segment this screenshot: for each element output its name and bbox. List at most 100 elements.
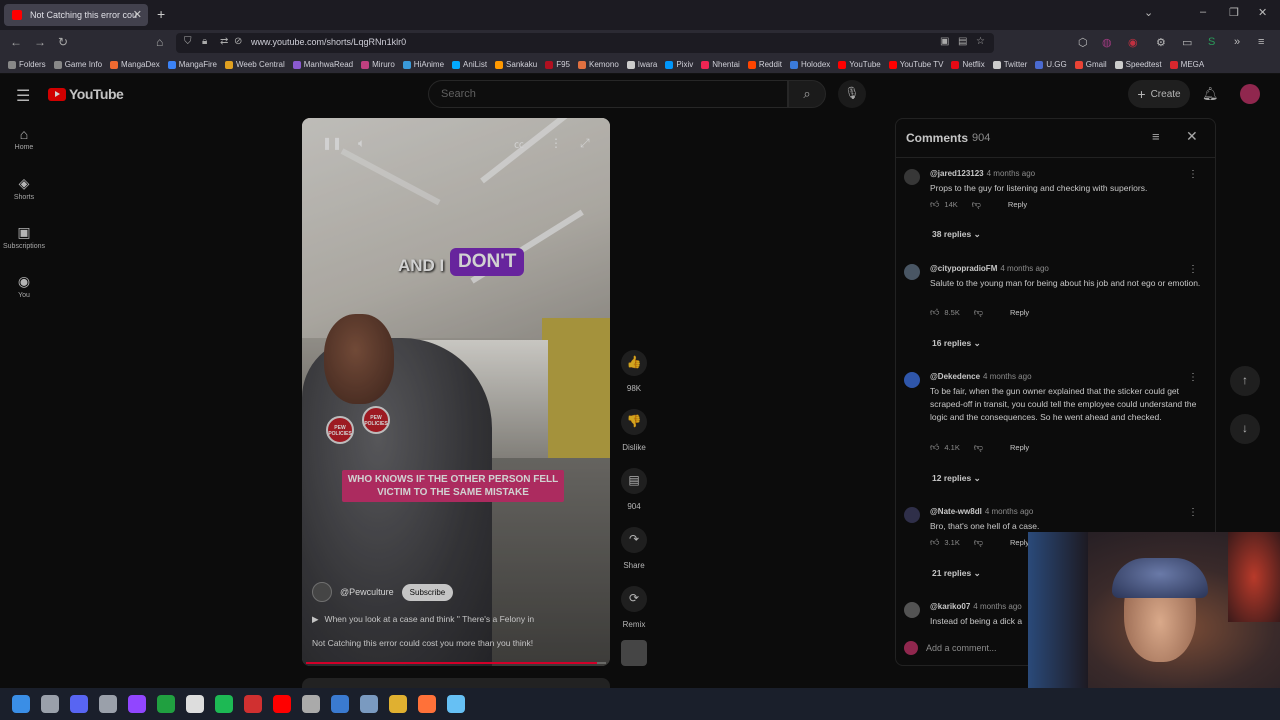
extension-2-icon[interactable]: ◉ xyxy=(1128,36,1138,49)
like-icon[interactable]: 👍︎ xyxy=(930,199,939,210)
search-taskbar-icon[interactable] xyxy=(41,695,59,713)
bookmark-holodex[interactable]: Holodex xyxy=(789,60,830,69)
subscribe-button[interactable]: Subscribe xyxy=(401,583,454,601)
channel-name[interactable]: @Pewculture xyxy=(340,587,394,597)
comment-menu-icon[interactable]: ⋮ xyxy=(1188,264,1198,275)
guide-item-you[interactable]: ◉ You xyxy=(0,273,48,299)
comment-author[interactable]: @jared123123 4 months ago xyxy=(930,169,1035,178)
guide-item-shorts[interactable]: ◈ Shorts xyxy=(0,175,48,201)
comment-avatar[interactable] xyxy=(904,602,920,618)
firefox-taskbar-icon[interactable] xyxy=(418,695,436,713)
video-progress-bar[interactable] xyxy=(306,662,606,664)
like-icon[interactable]: 👍︎ xyxy=(930,442,939,453)
remix-button[interactable]: ⟳ Remix xyxy=(614,586,654,629)
bookmark-manhwaread[interactable]: ManhwaRead xyxy=(292,60,353,69)
guide-item-subscriptions[interactable]: ▣ Subscriptions xyxy=(0,224,48,250)
home-icon[interactable]: ⌂ xyxy=(156,35,163,49)
bookmark-f95[interactable]: F95 xyxy=(545,60,570,69)
bookmark-miruro[interactable]: Miruro xyxy=(361,60,395,69)
bookmark-mangadex[interactable]: MangaDex xyxy=(110,60,160,69)
app-blue-taskbar-icon[interactable] xyxy=(331,695,349,713)
youtube-taskbar-icon[interactable] xyxy=(273,695,291,713)
reply-button[interactable]: Reply xyxy=(1010,443,1029,452)
like-icon[interactable]: 👍︎ xyxy=(930,537,939,548)
like-button[interactable]: 👍 98K xyxy=(614,350,654,393)
volume-icon[interactable]: 🔈︎ xyxy=(358,136,365,151)
close-comments-icon[interactable]: ✕ xyxy=(1186,128,1198,145)
bookmark-netflix[interactable]: Netflix xyxy=(951,60,985,69)
dislike-icon[interactable]: 👎︎ xyxy=(974,442,983,453)
hamburger-menu-icon[interactable]: ☰ xyxy=(16,86,30,106)
bookmark-folders[interactable]: Folders xyxy=(8,60,46,69)
extension-5-icon[interactable]: S xyxy=(1208,36,1215,48)
voice-search-button[interactable]: 🎙︎ xyxy=(838,80,866,108)
bookmark-youtube-tv[interactable]: YouTube TV xyxy=(888,60,943,69)
reload-icon[interactable]: ↻ xyxy=(58,35,68,49)
bookmark-hianime[interactable]: HiAnime xyxy=(402,60,444,69)
extension-4-icon[interactable]: ▭ xyxy=(1182,36,1192,49)
shield-taskbar-icon[interactable] xyxy=(360,695,378,713)
forward-icon[interactable]: → xyxy=(34,35,46,49)
video-description[interactable]: ▶ When you look at a case and think " The… xyxy=(312,614,602,625)
next-short-button[interactable]: ↓ xyxy=(1230,414,1260,444)
bookmark-reddit[interactable]: Reddit xyxy=(747,60,782,69)
video-title[interactable]: Not Catching this error could cost you m… xyxy=(312,638,602,648)
bookmark-sankaku[interactable]: Sankaku xyxy=(495,60,537,69)
new-tab-icon[interactable]: + xyxy=(157,6,165,22)
pause-icon[interactable]: ❚❚ xyxy=(322,136,342,150)
comment-avatar[interactable] xyxy=(904,507,920,523)
discord-taskbar-icon[interactable] xyxy=(70,695,88,713)
dislike-icon[interactable]: 👎︎ xyxy=(974,537,983,548)
comment-author[interactable]: @citypopradioFM 4 months ago xyxy=(930,264,1049,273)
reader-icon[interactable]: ▤ xyxy=(958,36,967,47)
more-options-icon[interactable]: ⋮ xyxy=(550,136,562,150)
share-button[interactable]: ↷ Share xyxy=(614,527,654,570)
steam-taskbar-icon[interactable] xyxy=(447,695,465,713)
sort-icon[interactable]: ≡ xyxy=(1152,129,1160,144)
fullscreen-icon[interactable]: ⤢ xyxy=(580,136,590,151)
close-window-icon[interactable]: ✕ xyxy=(1258,6,1267,19)
bookmark-speedtest[interactable]: Speedtest xyxy=(1114,60,1162,69)
guide-item-home[interactable]: ⌂ Home xyxy=(0,126,48,151)
comment-avatar[interactable] xyxy=(904,372,920,388)
shorts-video-player[interactable]: PEW POLICIES PEW POLICIES AND I DON'T WH… xyxy=(302,118,610,666)
spotify-taskbar-icon[interactable] xyxy=(215,695,233,713)
comment-author[interactable]: @Nate-ww8dl 4 months ago xyxy=(930,507,1033,516)
bookmark-nhentai[interactable]: Nhentai xyxy=(701,60,740,69)
next-short-preview[interactable] xyxy=(302,678,610,688)
x-taskbar-icon[interactable] xyxy=(186,695,204,713)
reply-button[interactable]: Reply xyxy=(1010,308,1029,317)
folder-taskbar-icon[interactable] xyxy=(389,695,407,713)
minimize-icon[interactable]: – xyxy=(1200,6,1206,18)
extension-1-icon[interactable]: ◍ xyxy=(1102,36,1112,49)
comment-menu-icon[interactable]: ⋮ xyxy=(1188,507,1198,518)
previous-short-button[interactable]: ↑ xyxy=(1230,366,1260,396)
overflow-icon[interactable]: » xyxy=(1234,36,1240,48)
bookmark-kemono[interactable]: Kemono xyxy=(577,60,619,69)
url-bar[interactable]: ⛉ 🔒︎ ⇄ ⊘ www.youtube.com/shorts/LqgRNn1k… xyxy=(176,33,994,53)
dislike-button[interactable]: 👎 Dislike xyxy=(614,409,654,452)
captions-icon[interactable]: ㏄ xyxy=(514,136,524,151)
bookmark-star-icon[interactable]: ☆ xyxy=(976,36,985,47)
dislike-icon[interactable]: 👎︎ xyxy=(972,199,981,210)
reply-button[interactable]: Reply xyxy=(1008,200,1027,209)
account-avatar[interactable] xyxy=(1240,84,1260,104)
view-replies-button[interactable]: 38 replies ⌄ xyxy=(932,229,981,240)
create-button[interactable]: + Create xyxy=(1128,80,1190,108)
comment-menu-icon[interactable]: ⋮ xyxy=(1188,169,1198,180)
comment-menu-icon[interactable]: ⋮ xyxy=(1188,372,1198,383)
bookmark-anilist[interactable]: AniList xyxy=(452,60,487,69)
shield-icon[interactable]: ⛉ xyxy=(184,36,192,47)
view-replies-button[interactable]: 12 replies ⌄ xyxy=(932,473,981,484)
permissions-icon[interactable]: ⇄ xyxy=(220,36,228,47)
extension-3-icon[interactable]: ⚙ xyxy=(1156,36,1166,49)
bookmark-mangafire[interactable]: MangaFire xyxy=(167,60,217,69)
like-icon[interactable]: 👍︎ xyxy=(930,307,939,318)
tab-close-icon[interactable]: ✕ xyxy=(133,8,142,21)
view-replies-button[interactable]: 21 replies ⌄ xyxy=(932,568,981,579)
comment-author[interactable]: @kariko07 4 months ago xyxy=(930,602,1022,611)
twitch-taskbar-icon[interactable] xyxy=(128,695,146,713)
view-replies-button[interactable]: 16 replies ⌄ xyxy=(932,338,981,349)
channel-avatar[interactable] xyxy=(312,582,332,602)
audio-remix-thumbnail[interactable] xyxy=(621,640,647,666)
